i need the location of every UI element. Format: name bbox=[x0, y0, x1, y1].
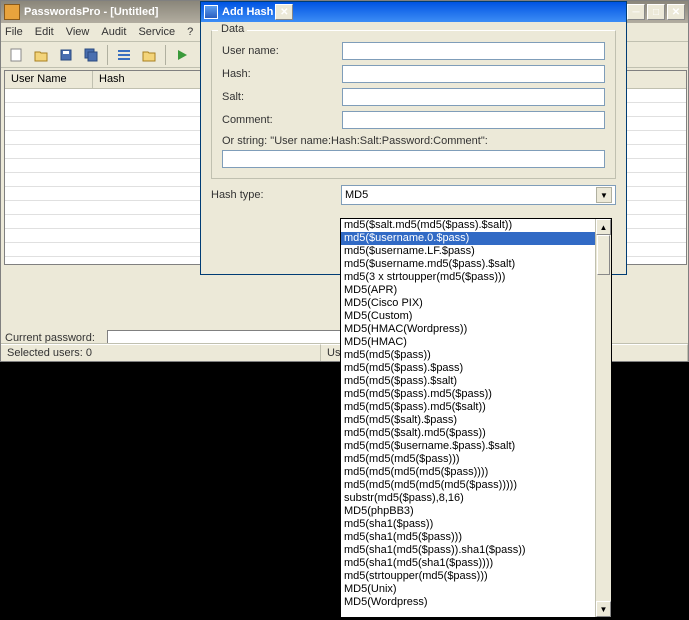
maximize-button[interactable]: □ bbox=[647, 4, 665, 20]
menu-file[interactable]: File bbox=[5, 26, 23, 38]
dropdown-option[interactable]: md5(sha1(md5($pass)).sha1($pass)) bbox=[341, 544, 595, 557]
list-row bbox=[617, 131, 686, 145]
toolbar-play-icon[interactable] bbox=[171, 44, 193, 66]
col-username[interactable]: User Name bbox=[5, 71, 93, 88]
dropdown-option[interactable]: MD5(Unix) bbox=[341, 583, 595, 596]
list-row bbox=[617, 145, 686, 159]
list-row bbox=[617, 187, 686, 201]
dropdown-option[interactable]: MD5(APR) bbox=[341, 284, 595, 297]
list-row bbox=[617, 215, 686, 229]
fieldset-legend: Data bbox=[218, 23, 247, 35]
hash-type-row: Hash type: MD5 ▼ bbox=[211, 185, 616, 205]
dialog-titlebar[interactable]: Add Hash ✕ bbox=[201, 2, 626, 22]
salt-input[interactable] bbox=[342, 88, 605, 106]
menu-service[interactable]: Service bbox=[138, 26, 175, 38]
dialog-title: Add Hash bbox=[222, 6, 273, 18]
dropdown-option[interactable]: md5(sha1(md5($pass))) bbox=[341, 531, 595, 544]
data-fieldset: Data User name: Hash: Salt: Comment: Or … bbox=[211, 30, 616, 179]
dropdown-option[interactable]: md5(md5($pass).md5($salt)) bbox=[341, 401, 595, 414]
dropdown-option[interactable]: md5(md5($pass).md5($pass)) bbox=[341, 388, 595, 401]
list-row bbox=[617, 173, 686, 187]
hash-type-dropdown[interactable]: md5($salt.md5(md5($pass).$salt))md5($use… bbox=[340, 218, 612, 618]
list-row bbox=[617, 229, 686, 243]
list-row bbox=[617, 159, 686, 173]
dropdown-option[interactable]: md5($username.LF.$pass) bbox=[341, 245, 595, 258]
dropdown-option[interactable]: MD5(Custom) bbox=[341, 310, 595, 323]
toolbar-folder-icon[interactable] bbox=[138, 44, 160, 66]
dropdown-option[interactable]: substr(md5($pass),8,16) bbox=[341, 492, 595, 505]
comment-label: Comment: bbox=[222, 114, 342, 126]
toolbar-save-icon[interactable] bbox=[55, 44, 77, 66]
menu-edit[interactable]: Edit bbox=[35, 26, 54, 38]
dropdown-option[interactable]: md5(md5(md5(md5($pass)))) bbox=[341, 466, 595, 479]
chevron-down-icon[interactable]: ▼ bbox=[596, 187, 612, 203]
dropdown-option[interactable]: MD5(phpBB3) bbox=[341, 505, 595, 518]
hash-type-label: Hash type: bbox=[211, 189, 341, 201]
menu-audit[interactable]: Audit bbox=[101, 26, 126, 38]
toolbar-list-icon[interactable] bbox=[113, 44, 135, 66]
scroll-down-icon[interactable]: ▼ bbox=[596, 601, 611, 617]
dropdown-option[interactable]: md5(md5($username.$pass).$salt) bbox=[341, 440, 595, 453]
hash-type-combo[interactable]: MD5 ▼ bbox=[341, 185, 616, 205]
list-row bbox=[617, 89, 686, 103]
dropdown-option[interactable]: md5($username.0.$pass) bbox=[341, 232, 595, 245]
comment-input[interactable] bbox=[342, 111, 605, 129]
dropdown-option[interactable]: md5(md5($pass)) bbox=[341, 349, 595, 362]
orstring-label: Or string: "User name:Hash:Salt:Password… bbox=[222, 135, 605, 147]
list-row bbox=[617, 201, 686, 215]
list-row bbox=[617, 117, 686, 131]
dropdown-option[interactable]: md5(strtoupper(md5($pass))) bbox=[341, 570, 595, 583]
list-row bbox=[617, 103, 686, 117]
dropdown-option[interactable]: md5(md5($salt).$pass) bbox=[341, 414, 595, 427]
dropdown-option[interactable]: md5($username.md5($pass).$salt) bbox=[341, 258, 595, 271]
dropdown-option[interactable]: md5(md5(md5($pass))) bbox=[341, 453, 595, 466]
menu-view[interactable]: View bbox=[66, 26, 90, 38]
dropdown-option[interactable]: md5(md5(md5(md5(md5($pass))))) bbox=[341, 479, 595, 492]
username-input[interactable] bbox=[342, 42, 605, 60]
app-icon bbox=[4, 4, 20, 20]
username-label: User name: bbox=[222, 45, 342, 57]
toolbar-new-icon[interactable] bbox=[5, 44, 27, 66]
dropdown-scrollbar[interactable]: ▲ ▼ bbox=[595, 219, 611, 617]
close-button[interactable]: ✕ bbox=[667, 4, 685, 20]
dropdown-option[interactable]: md5(md5($salt).md5($pass)) bbox=[341, 427, 595, 440]
main-title: PasswordsPro - [Untitled] bbox=[24, 6, 158, 18]
hash-input[interactable] bbox=[342, 65, 605, 83]
toolbar-saveall-icon[interactable] bbox=[80, 44, 102, 66]
scroll-thumb[interactable] bbox=[597, 235, 610, 275]
dropdown-option[interactable]: md5(md5($pass).$pass) bbox=[341, 362, 595, 375]
dropdown-option[interactable]: md5($salt.md5(md5($pass).$salt)) bbox=[341, 219, 595, 232]
toolbar-open-icon[interactable] bbox=[30, 44, 52, 66]
menu-help[interactable]: ? bbox=[187, 26, 193, 38]
hash-label: Hash: bbox=[222, 68, 342, 80]
minimize-button[interactable]: ─ bbox=[627, 4, 645, 20]
status-selected: Selected users: 0 bbox=[1, 344, 321, 361]
dropdown-option[interactable]: MD5(Cisco PIX) bbox=[341, 297, 595, 310]
dropdown-option[interactable]: md5(md5($pass).$salt) bbox=[341, 375, 595, 388]
dialog-close-button[interactable]: ✕ bbox=[275, 4, 293, 20]
scroll-up-icon[interactable]: ▲ bbox=[596, 219, 611, 235]
dropdown-option[interactable]: md5(sha1($pass)) bbox=[341, 518, 595, 531]
dialog-icon bbox=[204, 5, 218, 19]
dropdown-option[interactable]: MD5(Wordpress) bbox=[341, 596, 595, 609]
list-row bbox=[617, 243, 686, 257]
orstring-input[interactable] bbox=[222, 150, 605, 168]
dropdown-option[interactable]: md5(sha1(md5(sha1($pass)))) bbox=[341, 557, 595, 570]
salt-label: Salt: bbox=[222, 91, 342, 103]
dropdown-option[interactable]: MD5(HMAC) bbox=[341, 336, 595, 349]
dropdown-option[interactable]: MD5(HMAC(Wordpress)) bbox=[341, 323, 595, 336]
hash-type-value: MD5 bbox=[345, 189, 368, 201]
dropdown-option[interactable]: md5(3 x strtoupper(md5($pass))) bbox=[341, 271, 595, 284]
right-list-header bbox=[617, 71, 686, 89]
